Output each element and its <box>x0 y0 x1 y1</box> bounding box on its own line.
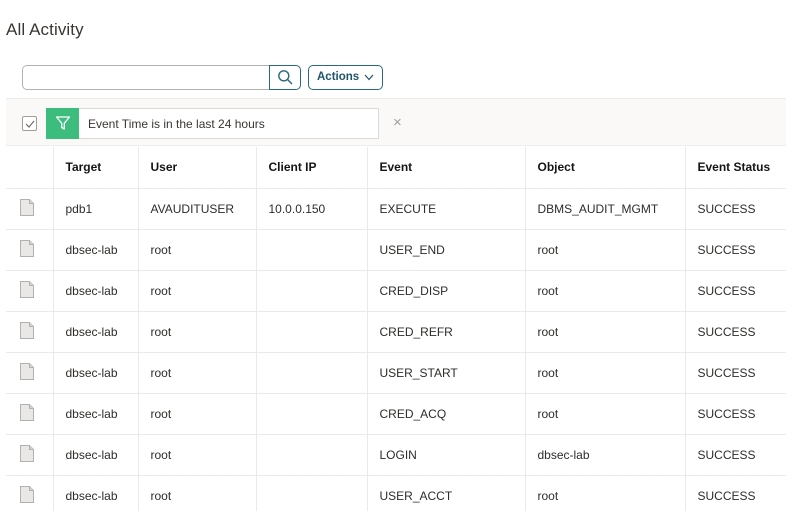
toolbar: Actions <box>22 64 384 90</box>
document-icon[interactable] <box>20 403 34 421</box>
document-icon[interactable] <box>20 321 34 339</box>
object-cell: dbsec-lab <box>525 434 686 476</box>
client-ip-cell <box>256 229 368 271</box>
row-icon-cell <box>6 475 54 511</box>
object-cell: root <box>525 311 686 353</box>
column-header-user[interactable]: User <box>138 147 257 189</box>
event-cell: CRED_ACQ <box>367 393 526 435</box>
object-cell: DBMS_AUDIT_MGMT <box>525 188 686 230</box>
table-row[interactable]: dbsec-lab root USER_END root SUCCESS <box>6 229 786 271</box>
search-icon <box>278 70 293 85</box>
column-header-select <box>6 147 54 189</box>
event-cell: USER_ACCT <box>367 475 526 511</box>
client-ip-cell <box>256 352 368 394</box>
filter-checkbox[interactable] <box>22 116 37 131</box>
table-row[interactable]: dbsec-lab root CRED_DISP root SUCCESS <box>6 270 786 312</box>
event-cell: USER_START <box>367 352 526 394</box>
column-header-event[interactable]: Event <box>367 147 526 189</box>
event-cell: USER_END <box>367 229 526 271</box>
user-cell: root <box>138 434 257 476</box>
target-cell: dbsec-lab <box>53 352 139 394</box>
object-cell: root <box>525 393 686 435</box>
client-ip-cell <box>256 270 368 312</box>
column-header-client-ip[interactable]: Client IP <box>256 147 368 189</box>
user-cell: AVAUDITUSER <box>138 188 257 230</box>
target-cell: dbsec-lab <box>53 270 139 312</box>
event-status-cell: SUCCESS <box>685 311 786 353</box>
target-cell: dbsec-lab <box>53 229 139 271</box>
user-cell: root <box>138 311 257 353</box>
row-icon-cell <box>6 311 54 353</box>
event-status-cell: SUCCESS <box>685 434 786 476</box>
user-cell: root <box>138 270 257 312</box>
table-row[interactable]: dbsec-lab root USER_START root SUCCESS <box>6 352 786 394</box>
client-ip-cell <box>256 393 368 435</box>
row-icon-cell <box>6 393 54 435</box>
target-cell: dbsec-lab <box>53 311 139 353</box>
document-icon[interactable] <box>20 485 34 503</box>
target-cell: dbsec-lab <box>53 475 139 511</box>
event-status-cell: SUCCESS <box>685 352 786 394</box>
page-title: All Activity <box>6 20 84 39</box>
table-row[interactable]: dbsec-lab root CRED_ACQ root SUCCESS <box>6 393 786 435</box>
document-icon[interactable] <box>20 362 34 380</box>
filter-icon <box>55 116 70 130</box>
column-header-object[interactable]: Object <box>525 147 686 189</box>
close-icon[interactable]: × <box>393 115 402 130</box>
actions-button-label: Actions <box>317 71 360 83</box>
document-icon[interactable] <box>20 198 34 216</box>
object-cell: root <box>525 229 686 271</box>
target-cell: dbsec-lab <box>53 393 139 435</box>
object-cell: root <box>525 270 686 312</box>
actions-button[interactable]: Actions <box>308 64 384 90</box>
client-ip-cell <box>256 311 368 353</box>
object-cell: root <box>525 475 686 511</box>
document-icon[interactable] <box>20 280 34 298</box>
target-cell: pdb1 <box>53 188 139 230</box>
column-header-event-status[interactable]: Event Status <box>685 147 786 189</box>
filter-label: Event Time is in the last 24 hours <box>88 116 265 131</box>
filter-bar: Event Time is in the last 24 hours × <box>6 98 786 146</box>
chevron-down-icon <box>364 74 374 80</box>
event-status-cell: SUCCESS <box>685 393 786 435</box>
event-cell: EXECUTE <box>367 188 526 230</box>
event-status-cell: SUCCESS <box>685 229 786 271</box>
client-ip-cell: 10.0.0.150 <box>256 188 368 230</box>
object-cell: root <box>525 352 686 394</box>
user-cell: root <box>138 352 257 394</box>
activity-table: Target User Client IP Event Object Event… <box>6 147 786 511</box>
search-button[interactable] <box>269 64 301 90</box>
client-ip-cell <box>256 475 368 511</box>
document-icon[interactable] <box>20 239 34 257</box>
table-row[interactable]: dbsec-lab root LOGIN dbsec-lab SUCCESS <box>6 434 786 476</box>
table-row[interactable]: dbsec-lab root CRED_REFR root SUCCESS <box>6 311 786 353</box>
event-status-cell: SUCCESS <box>685 475 786 511</box>
table-row[interactable]: pdb1 AVAUDITUSER 10.0.0.150 EXECUTE DBMS_AUD… <box>6 188 786 230</box>
table-row[interactable]: dbsec-lab root USER_ACCT root SUCCESS <box>6 475 786 511</box>
user-cell: root <box>138 229 257 271</box>
filter-chip[interactable]: Event Time is in the last 24 hours <box>46 107 379 139</box>
document-icon[interactable] <box>20 444 34 462</box>
row-icon-cell <box>6 188 54 230</box>
row-icon-cell <box>6 229 54 271</box>
user-cell: root <box>138 475 257 511</box>
event-cell: CRED_DISP <box>367 270 526 312</box>
event-status-cell: SUCCESS <box>685 270 786 312</box>
table-header-row: Target User Client IP Event Object Event… <box>6 147 786 189</box>
filter-icon-box <box>46 107 79 139</box>
target-cell: dbsec-lab <box>53 434 139 476</box>
event-cell: LOGIN <box>367 434 526 476</box>
client-ip-cell <box>256 434 368 476</box>
row-icon-cell <box>6 434 54 476</box>
checkmark-icon <box>25 120 34 128</box>
search-input[interactable] <box>22 64 269 90</box>
event-cell: CRED_REFR <box>367 311 526 353</box>
event-status-cell: SUCCESS <box>685 188 786 230</box>
user-cell: root <box>138 393 257 435</box>
row-icon-cell <box>6 270 54 312</box>
column-header-target[interactable]: Target <box>53 147 139 189</box>
row-icon-cell <box>6 352 54 394</box>
